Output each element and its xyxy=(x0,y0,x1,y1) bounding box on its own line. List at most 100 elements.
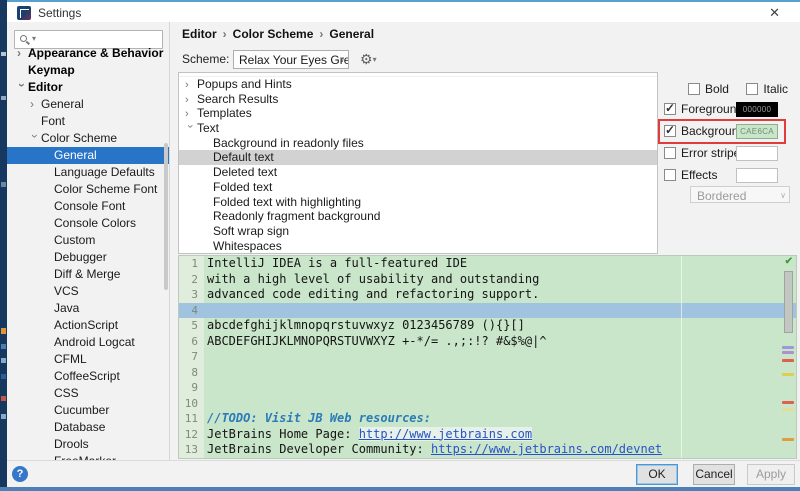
chevron-right-icon[interactable]: › xyxy=(30,96,41,113)
chevron-down-icon[interactable]: › xyxy=(13,83,30,94)
option-item-readonly-fragment-background[interactable]: Readonly fragment background xyxy=(179,209,657,224)
hyperlink-text[interactable]: http://www.jetbrains.com xyxy=(358,426,533,441)
sidebar-item-debugger[interactable]: Debugger xyxy=(7,249,169,266)
sidebar-item-keymap[interactable]: Keymap xyxy=(7,62,169,79)
sidebar-item-drools[interactable]: Drools xyxy=(7,436,169,453)
sidebar-item-java[interactable]: Java xyxy=(7,300,169,317)
sidebar-item-label: Keymap xyxy=(28,63,75,77)
chevron-right-icon[interactable]: › xyxy=(185,93,197,108)
font-style-row: Bold Italic xyxy=(674,82,788,98)
editor-line-7[interactable]: 7 xyxy=(179,349,796,365)
editor-line-4[interactable]: 4 xyxy=(179,302,796,318)
line-text: IntelliJ IDEA is a full-featured IDE xyxy=(204,256,796,272)
sidebar-item-vcs[interactable]: VCS xyxy=(7,283,169,300)
foreground-checkbox[interactable] xyxy=(664,101,676,115)
breadcrumb-item-general[interactable]: General xyxy=(329,27,374,41)
line-text: ABCDEFGHIJKLMNOPQRSTUVWXYZ +-*/= .,;:!? … xyxy=(204,334,796,350)
editor-line-12[interactable]: 12 JetBrains Home Page: http://www.jetbra… xyxy=(179,426,796,442)
effects-type-select[interactable]: Bordered ∨ xyxy=(690,186,790,203)
sidebar-item-custom[interactable]: Custom xyxy=(7,232,169,249)
foreground-color-swatch[interactable]: 000000 xyxy=(736,102,778,117)
chevron-down-icon[interactable]: › xyxy=(183,125,198,137)
todo-comment-text: //TODO: Visit JB Web resources: xyxy=(207,411,431,425)
option-item-label: Readonly fragment background xyxy=(213,209,381,224)
editor-line-8[interactable]: 8 xyxy=(179,364,796,380)
sidebar-item-cfml[interactable]: CFML xyxy=(7,351,169,368)
sidebar-item-css[interactable]: CSS xyxy=(7,385,169,402)
scheme-actions-button[interactable]: ⚙▾ xyxy=(360,51,377,68)
sidebar-item-coffeescript[interactable]: CoffeeScript xyxy=(7,368,169,385)
sidebar-item-diff-merge[interactable]: Diff & Merge xyxy=(7,266,169,283)
editor-line-6[interactable]: 6 ABCDEFGHIJKLMNOPQRSTUVWXYZ +-*/= .,;:!?… xyxy=(179,333,796,350)
hyperlink-text[interactable]: https://www.jetbrains.com/devnet xyxy=(431,442,662,456)
option-item-deleted-text[interactable]: Deleted text xyxy=(179,165,657,180)
option-item-folded-text-with-highlighting[interactable]: Folded text with highlighting xyxy=(179,195,657,210)
effects-color-swatch[interactable] xyxy=(736,168,778,183)
option-item-folded-text[interactable]: Folded text xyxy=(179,180,657,195)
sidebar-item-freemarker[interactable]: FreeMarker xyxy=(7,453,169,460)
option-item-templates[interactable]: › Templates xyxy=(179,106,657,121)
chevron-right-icon[interactable]: › xyxy=(185,107,197,122)
sidebar-item-label: ActionScript xyxy=(54,318,119,332)
sidebar-item-label: Drools xyxy=(54,437,89,451)
option-item-default-text[interactable]: Default text xyxy=(179,150,657,166)
editor-line-1[interactable]: 1 IntelliJ IDEA is a full-featured IDE xyxy=(179,256,796,272)
sidebar-item-color-scheme-font[interactable]: Color Scheme Font xyxy=(7,181,169,198)
close-icon[interactable]: ✕ xyxy=(769,5,780,21)
option-item-background-in-readonly-files[interactable]: Background in readonly files xyxy=(179,136,657,151)
sidebar-item-label: Color Scheme xyxy=(41,131,118,145)
cancel-button[interactable]: Cancel xyxy=(693,464,735,485)
editor-line-3[interactable]: 3 advanced code editing and refactoring s… xyxy=(179,287,796,303)
sidebar-item-label: General xyxy=(41,97,84,111)
sidebar-item-appearance-behavior[interactable]: › Appearance & Behavior xyxy=(7,45,169,62)
sidebar-item-general[interactable]: › General xyxy=(7,96,169,113)
footer-bar: ? OK Cancel Apply xyxy=(7,460,800,487)
gear-icon: ⚙ xyxy=(360,51,373,67)
bold-option[interactable]: Bold xyxy=(687,82,732,96)
option-item-soft-wrap-sign[interactable]: Soft wrap sign xyxy=(179,224,657,239)
chevron-right-icon[interactable]: › xyxy=(17,45,28,62)
breadcrumb-item-color-scheme[interactable]: Color Scheme xyxy=(233,27,314,41)
sidebar-item-editor[interactable]: ›Editor xyxy=(7,79,169,96)
option-item-popups-and-hints[interactable]: › Popups and Hints xyxy=(179,77,657,92)
chevron-right-icon[interactable]: › xyxy=(185,78,197,93)
editor-line-10[interactable]: 10 xyxy=(179,395,796,411)
option-item-search-results[interactable]: › Search Results xyxy=(179,92,657,107)
sidebar-item-cucumber[interactable]: Cucumber xyxy=(7,402,169,419)
option-item-whitespaces[interactable]: Whitespaces xyxy=(179,239,657,253)
effects-checkbox[interactable] xyxy=(664,169,676,181)
editor-line-2[interactable]: 2 with a high level of usability and outs… xyxy=(179,271,796,287)
option-item-text[interactable]: ›Text xyxy=(179,121,657,136)
background-checkbox[interactable] xyxy=(664,123,676,137)
sidebar-scrollbar[interactable] xyxy=(164,143,168,290)
sidebar-item-android-logcat[interactable]: Android Logcat xyxy=(7,334,169,351)
sidebar-item-language-defaults[interactable]: Language Defaults xyxy=(7,164,169,181)
italic-option[interactable]: Italic xyxy=(746,82,788,96)
error-stripe-mark-color-swatch[interactable] xyxy=(736,146,778,161)
background-color-swatch[interactable]: CAE6CA xyxy=(736,124,778,139)
editor-line-5[interactable]: 5 abcdefghijklmnopqrstuvwxyz 0123456789 (… xyxy=(179,318,796,334)
scheme-select[interactable]: Relax Your Eyes Green ∨ xyxy=(233,50,349,69)
sidebar-item-general[interactable]: General xyxy=(7,147,169,164)
breadcrumb-item-editor[interactable]: Editor xyxy=(182,27,217,41)
sidebar-item-label: Debugger xyxy=(54,250,107,264)
chevron-down-icon[interactable]: › xyxy=(26,134,43,145)
editor-scrollbar[interactable] xyxy=(784,271,793,333)
sidebar-item-console-colors[interactable]: Console Colors xyxy=(7,215,169,232)
ok-button[interactable]: OK xyxy=(636,464,678,485)
sidebar-item-database[interactable]: Database xyxy=(7,419,169,436)
editor-line-11[interactable]: 11//TODO: Visit JB Web resources: xyxy=(179,411,796,427)
editor-line-13[interactable]: 13 JetBrains Developer Community: https:/… xyxy=(179,442,796,458)
sidebar-item-actionscript[interactable]: ActionScript xyxy=(7,317,169,334)
line-number: 7 xyxy=(179,349,204,365)
sidebar-item-console-font[interactable]: Console Font xyxy=(7,198,169,215)
search-filter-dropdown-icon[interactable]: ▾ xyxy=(32,34,36,43)
error-stripe-mark-checkbox[interactable] xyxy=(664,147,676,159)
editor-line-9[interactable]: 9 xyxy=(179,380,796,396)
sidebar-item-color-scheme[interactable]: ›Color Scheme xyxy=(7,130,169,147)
apply-button[interactable]: Apply xyxy=(747,464,795,485)
bold-checkbox[interactable] xyxy=(687,83,700,95)
italic-checkbox[interactable] xyxy=(746,83,759,95)
sidebar-item-font[interactable]: Font xyxy=(7,113,169,130)
help-button[interactable]: ? xyxy=(12,466,28,482)
